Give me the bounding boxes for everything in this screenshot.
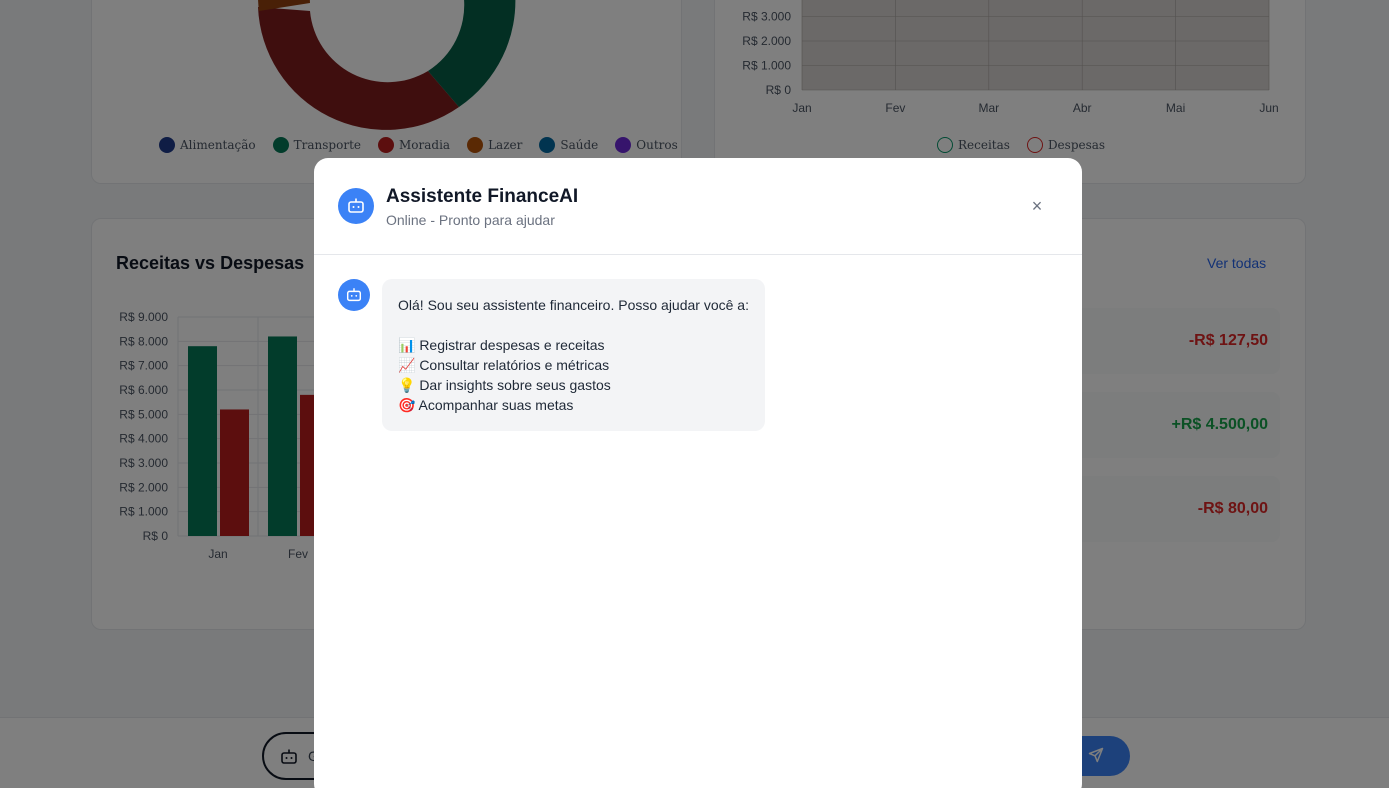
modal-status: Online - Pronto para ajudar: [386, 212, 555, 228]
message-intro: Olá! Sou seu assistente financeiro. Poss…: [398, 297, 749, 313]
modal-header: Assistente FinanceAI Online - Pronto par…: [314, 158, 1082, 255]
bot-icon: [346, 288, 362, 302]
message-item: 🎯 Acompanhar suas metas: [398, 397, 574, 413]
assistant-modal: Assistente FinanceAI Online - Pronto par…: [314, 158, 1082, 788]
message-item: 📈 Consultar relatórios e métricas: [398, 357, 610, 373]
assistant-avatar: [338, 188, 374, 224]
close-button[interactable]: ×: [1026, 196, 1048, 218]
message-avatar: [338, 279, 370, 311]
modal-title: Assistente FinanceAI: [386, 186, 579, 207]
assistant-message: Olá! Sou seu assistente financeiro. Poss…: [382, 279, 765, 431]
message-item: 📊 Registrar despesas e receitas: [398, 337, 605, 353]
message-item: 💡 Dar insights sobre seus gastos: [398, 377, 611, 393]
bot-icon: [348, 198, 364, 213]
close-icon: ×: [1031, 196, 1043, 216]
